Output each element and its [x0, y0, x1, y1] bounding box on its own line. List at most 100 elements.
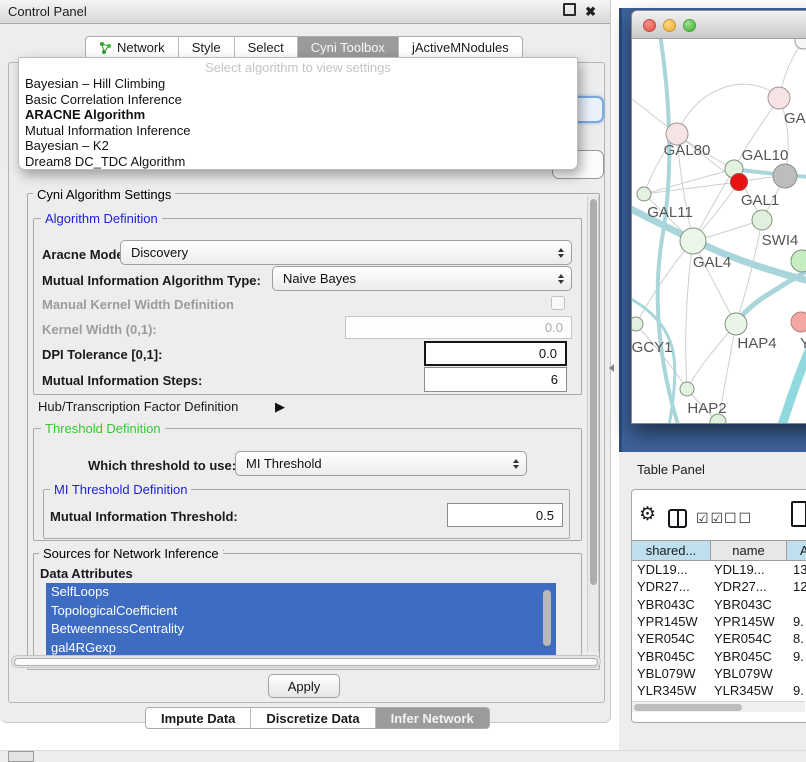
node-gal4[interactable] [680, 228, 706, 254]
table-row[interactable]: YER054CYER054C8. [632, 630, 806, 647]
cyni-bottom-tabbar: Impute Data Discretize Data Infer Networ… [145, 707, 490, 729]
collapsed-panel-strip [0, 750, 806, 762]
scrollbar-thumb[interactable] [590, 199, 597, 585]
node-gcy1[interactable] [632, 317, 643, 331]
dropdown-item[interactable]: Bayesian – Hill Climbing [19, 76, 577, 92]
mi-threshold-field[interactable]: 0.5 [447, 503, 563, 527]
tab-discretize-data[interactable]: Discretize Data [250, 708, 374, 728]
float-window-button[interactable] [563, 3, 576, 21]
mi-type-value: Naive Bayes [283, 271, 356, 286]
dpi-tolerance-label: DPI Tolerance [0,1]: [42, 347, 162, 362]
network-canvas[interactable]: GAL GAL80 GAL10 GAL1 GAL11 SWI4 GAL4 GCY… [632, 39, 806, 424]
columns-icon[interactable] [668, 509, 687, 528]
sources-group-title: Sources for Network Inference [39, 546, 223, 561]
node-hap4[interactable] [725, 313, 747, 335]
dpi-tolerance-field[interactable]: 0.0 [424, 341, 567, 366]
network-view-window[interactable]: GAL GAL80 GAL10 GAL1 GAL11 SWI4 GAL4 GCY… [631, 10, 806, 424]
column-header-shared-name[interactable]: shared... [632, 540, 711, 561]
control-panel-tabbar: Network Style Select Cyni Toolbox jActiv… [85, 36, 523, 59]
settings-vertical-scrollbar[interactable] [587, 196, 599, 652]
table-row[interactable]: YPR145WYPR145W9. [632, 613, 806, 630]
bottom-left-chip[interactable] [8, 751, 34, 762]
table-row[interactable]: YBR043CYBR043C [632, 596, 806, 613]
scrollbar-thumb[interactable] [634, 704, 742, 711]
cell: YPR145W [711, 614, 787, 629]
tab-style[interactable]: Style [178, 37, 234, 58]
mi-steps-value: 6 [551, 372, 558, 387]
tab-label: Select [248, 40, 284, 55]
select-all-checkboxes-icon[interactable]: ☑☑ [696, 511, 725, 525]
column-header-clipped[interactable]: A [787, 540, 806, 561]
cell: YBR043C [711, 597, 787, 612]
table-row[interactable]: YDL19...YDL19...13 [632, 561, 806, 578]
table-body[interactable]: YDL19...YDL19...13 YDR27...YDR27...12 YB… [632, 561, 806, 708]
dropdown-item[interactable]: Mutual Information Inference [19, 123, 577, 139]
table-horizontal-scrollbar[interactable] [632, 701, 805, 712]
gear-icon[interactable]: ⚙ [639, 505, 656, 524]
close-window-icon[interactable] [643, 19, 656, 32]
node-swi4[interactable] [791, 250, 806, 272]
which-threshold-combo[interactable]: MI Threshold [235, 451, 527, 476]
attribute-item[interactable]: TopologicalCoefficient [46, 602, 556, 621]
mi-type-label: Mutual Information Algorithm Type: [42, 273, 261, 288]
aracne-mode-combo[interactable]: Discovery [120, 240, 572, 265]
settings-horizontal-scrollbar[interactable] [11, 655, 601, 668]
network-window-titlebar[interactable] [632, 11, 806, 39]
mi-steps-label: Mutual Information Steps: [42, 373, 202, 388]
dropdown-item[interactable]: Dream8 DC_TDC Algorithm [19, 154, 577, 170]
close-panel-icon[interactable]: ✖ [585, 5, 596, 18]
minimize-window-icon[interactable] [663, 19, 676, 32]
tab-infer-network[interactable]: Infer Network [375, 708, 489, 728]
network-graph: GAL GAL80 GAL10 GAL1 GAL11 SWI4 GAL4 GCY… [632, 39, 806, 424]
column-header-name[interactable]: name [711, 540, 787, 561]
attributes-scrollbar-thumb[interactable] [543, 590, 551, 646]
mi-steps-field[interactable]: 6 [424, 367, 567, 392]
desktop: Control Panel ✖ Network Style Select Cyn… [0, 0, 806, 762]
float-window-icon [563, 3, 576, 16]
node-label: GAL [784, 110, 806, 127]
scrollbar-thumb[interactable] [14, 658, 598, 666]
manual-kernel-checkbox[interactable] [551, 296, 565, 310]
node-gal1[interactable] [752, 210, 772, 230]
tab-cyni-toolbox[interactable]: Cyni Toolbox [297, 37, 398, 58]
node-pink[interactable] [791, 312, 806, 332]
attribute-item[interactable]: SelfLoops [46, 583, 556, 602]
node-gal11[interactable] [637, 187, 651, 201]
table-row[interactable]: YBR045CYBR045C9. [632, 647, 806, 664]
table-row[interactable]: YBL079WYBL079W [632, 665, 806, 682]
node-label: HAP2 [687, 400, 726, 417]
cell: YLR345W [711, 683, 787, 698]
tab-network[interactable]: Network [86, 37, 178, 58]
cell: YBL079W [711, 666, 787, 681]
node-hap2[interactable] [680, 382, 694, 396]
attribute-item[interactable]: BetweennessCentrality [46, 620, 556, 639]
tab-jactivemnodules[interactable]: jActiveMNodules [398, 37, 522, 58]
data-attributes-list[interactable]: SelfLoops TopologicalCoefficient Between… [46, 583, 556, 658]
table-row[interactable]: YDR27...YDR27...12 [632, 578, 806, 595]
node[interactable] [795, 39, 806, 49]
mi-type-combo[interactable]: Naive Bayes [272, 266, 572, 291]
manual-kernel-label: Manual Kernel Width Definition [42, 297, 234, 312]
control-panel-titlebar[interactable]: Control Panel ✖ [0, 0, 610, 24]
tab-impute-data[interactable]: Impute Data [146, 708, 250, 728]
cyni-settings-group-title: Cyni Algorithm Settings [33, 187, 175, 202]
apply-button[interactable]: Apply [268, 674, 340, 698]
hub-expand-arrow-icon[interactable]: ▶ [275, 399, 285, 415]
node-gray[interactable] [773, 164, 797, 188]
table-row[interactable]: YLR345WYLR345W9. [632, 682, 806, 699]
algorithm-definition-title: Algorithm Definition [41, 211, 162, 226]
network-tab-icon [99, 41, 112, 54]
splitter-handle[interactable] [609, 364, 614, 372]
dropdown-item-selected[interactable]: ARACNE Algorithm [19, 107, 577, 123]
node-red[interactable] [731, 174, 748, 191]
dropdown-item[interactable]: Bayesian – K2 [19, 138, 577, 154]
deselect-all-checkboxes-icon[interactable]: ☐☐ [724, 511, 753, 525]
node-label: GAL80 [664, 142, 711, 159]
tab-label: Network [117, 40, 165, 55]
dropdown-item[interactable]: Basic Correlation Inference [19, 92, 577, 108]
file-icon[interactable] [791, 501, 806, 527]
node-gal-cut[interactable] [768, 87, 790, 109]
zoom-window-icon[interactable] [683, 19, 696, 32]
tab-select[interactable]: Select [234, 37, 297, 58]
cell: YLR345W [632, 683, 711, 698]
